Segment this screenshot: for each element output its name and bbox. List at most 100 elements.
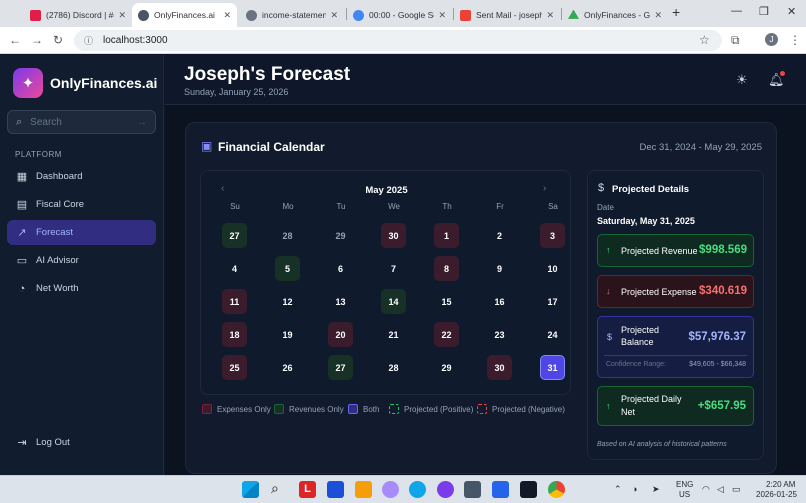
calendar-day[interactable]: 8 (434, 256, 459, 281)
chevron-up-icon[interactable]: ⌃ (614, 484, 622, 495)
app-l-icon[interactable]: L (299, 481, 316, 498)
logout-button[interactable]: ⇥ Log Out (7, 430, 156, 455)
sidebar-item-dashboard[interactable]: ▦ Dashboard (7, 164, 156, 189)
calendar-day[interactable]: 18 (222, 322, 247, 347)
browser-tab[interactable]: OnlyFinances - Go ✕ (562, 3, 668, 27)
browser-tab[interactable]: (2786) Discord | #g ✕ (24, 3, 132, 27)
chat-icon: ▭ (16, 255, 28, 267)
calendar-day[interactable]: 19 (275, 322, 300, 347)
close-icon[interactable]: ✕ (223, 10, 231, 21)
calendar-day[interactable]: 14 (381, 289, 406, 314)
volume-icon[interactable]: ◁ (717, 484, 724, 495)
forward-icon[interactable]: → (31, 33, 43, 47)
calendar-day[interactable]: 5 (275, 256, 300, 281)
close-icon[interactable]: ✕ (654, 10, 662, 21)
tray-app-icon[interactable]: ◑ (632, 484, 637, 494)
app-icon[interactable] (437, 481, 454, 498)
calendar-day[interactable]: 11 (222, 289, 247, 314)
profile-avatar[interactable]: J (765, 33, 778, 46)
site-info-icon[interactable]: ⓘ (84, 34, 93, 47)
calendar-day[interactable]: 4 (222, 256, 247, 281)
menu-kebab-icon[interactable]: ⋮ (789, 33, 801, 47)
calendar-day[interactable]: 31 (540, 355, 565, 380)
search-input[interactable]: ⌕ Search → (7, 110, 156, 134)
confidence-range: $49,605 - $66,348 (689, 361, 746, 368)
close-icon[interactable]: ✕ (118, 10, 126, 21)
app-icon[interactable] (464, 481, 481, 498)
close-window-icon[interactable]: ✕ (787, 5, 796, 18)
battery-icon[interactable]: ▭ (732, 484, 741, 495)
calendar-day[interactable]: 30 (487, 355, 512, 380)
new-tab-icon[interactable]: + (672, 4, 680, 20)
calendar-day[interactable]: 15 (434, 289, 459, 314)
wifi-icon[interactable]: ◠ (702, 484, 710, 495)
calendar-day[interactable]: 25 (222, 355, 247, 380)
close-icon[interactable]: ✕ (438, 10, 446, 21)
chrome-icon[interactable] (548, 481, 565, 498)
calendar-day[interactable]: 26 (275, 355, 300, 380)
calendar-day[interactable]: 10 (540, 256, 565, 281)
page-date: Sunday, January 25, 2026 (184, 87, 289, 97)
close-icon[interactable]: ✕ (330, 10, 338, 21)
calendar-day[interactable]: 3 (540, 223, 565, 248)
calendar-day[interactable]: 16 (487, 289, 512, 314)
app-icon[interactable] (327, 481, 344, 498)
sidebar-item-ai-advisor[interactable]: ▭ AI Advisor (7, 248, 156, 273)
calendar-day[interactable]: 13 (328, 289, 353, 314)
theme-toggle-icon[interactable]: ☀ (736, 72, 748, 88)
arrow-up-icon: ↑ (606, 401, 611, 411)
back-icon[interactable]: ← (9, 33, 21, 47)
clock-time[interactable]: 2:20 AM (766, 480, 795, 489)
weekday-header: Sa (548, 202, 558, 211)
calendar-day[interactable]: 24 (540, 322, 565, 347)
clock-date[interactable]: 2026-01-25 (756, 490, 797, 499)
language-indicator[interactable]: ENG (676, 480, 693, 489)
region-indicator[interactable]: US (679, 490, 690, 499)
calendar-day[interactable]: 27 (328, 355, 353, 380)
vscode-icon[interactable] (492, 481, 509, 498)
browser-tab[interactable]: income-statement ✕ (240, 3, 344, 27)
calendar-day[interactable]: 2 (487, 223, 512, 248)
url-bar[interactable]: ⓘ localhost:3000 (74, 30, 722, 51)
calendar-day[interactable]: 22 (434, 322, 459, 347)
minimize-icon[interactable]: — (731, 5, 742, 17)
calendar-day[interactable]: 12 (275, 289, 300, 314)
calendar-day[interactable]: 28 (275, 223, 300, 248)
close-icon[interactable]: ✕ (546, 10, 554, 21)
sidebar-item-fiscal-core[interactable]: ▤ Fiscal Core (7, 192, 156, 217)
extensions-icon[interactable]: ⧉ (731, 33, 740, 48)
calendar-day[interactable]: 1 (434, 223, 459, 248)
weekday-header: Th (442, 202, 452, 211)
bookmark-star-icon[interactable]: ☆ (699, 33, 710, 47)
tray-app-icon[interactable]: ➤ (652, 484, 660, 495)
chevron-right-icon[interactable]: › (543, 183, 546, 194)
windows-start-icon[interactable] (242, 481, 259, 498)
calendar-day[interactable]: 28 (381, 355, 406, 380)
calendar-day[interactable]: 20 (328, 322, 353, 347)
app-icon[interactable] (520, 481, 537, 498)
browser-tab-active[interactable]: OnlyFinances.ai ✕ (132, 3, 237, 27)
calendar-day[interactable]: 17 (540, 289, 565, 314)
sidebar-item-forecast[interactable]: ↗ Forecast (7, 220, 156, 245)
calendar-day[interactable]: 9 (487, 256, 512, 281)
calendar-day[interactable]: 21 (381, 322, 406, 347)
restore-icon[interactable]: ❐ (759, 5, 769, 18)
calendar-day[interactable]: 29 (434, 355, 459, 380)
calendar-day[interactable]: 6 (328, 256, 353, 281)
browser-tab[interactable]: Sent Mail - joseph ✕ (454, 3, 560, 27)
revenue-value: $998.569 (699, 244, 747, 256)
edge-icon[interactable] (409, 481, 426, 498)
calendar-day[interactable]: 27 (222, 223, 247, 248)
calendar-grid: ‹ May 2025 › Su Mo Tu We Th Fr Sa 27 28 29 30 1 2 3 4 5… (200, 170, 571, 395)
browser-tab[interactable]: 00:00 - Google Sea✕ (347, 3, 452, 27)
calendar-day[interactable]: 7 (381, 256, 406, 281)
sidebar-item-net-worth[interactable]: ◔ Net Worth (7, 276, 156, 301)
calendar-day[interactable]: 23 (487, 322, 512, 347)
file-explorer-icon[interactable] (355, 481, 372, 498)
reload-icon[interactable]: ↻ (53, 33, 63, 47)
projected-balance-box: $ Projected Balance $57,976.37 Confidenc… (597, 316, 754, 378)
search-icon[interactable]: ⌕ (271, 480, 288, 497)
calendar-day[interactable]: 30 (381, 223, 406, 248)
app-icon[interactable] (382, 481, 399, 498)
calendar-day[interactable]: 29 (328, 223, 353, 248)
